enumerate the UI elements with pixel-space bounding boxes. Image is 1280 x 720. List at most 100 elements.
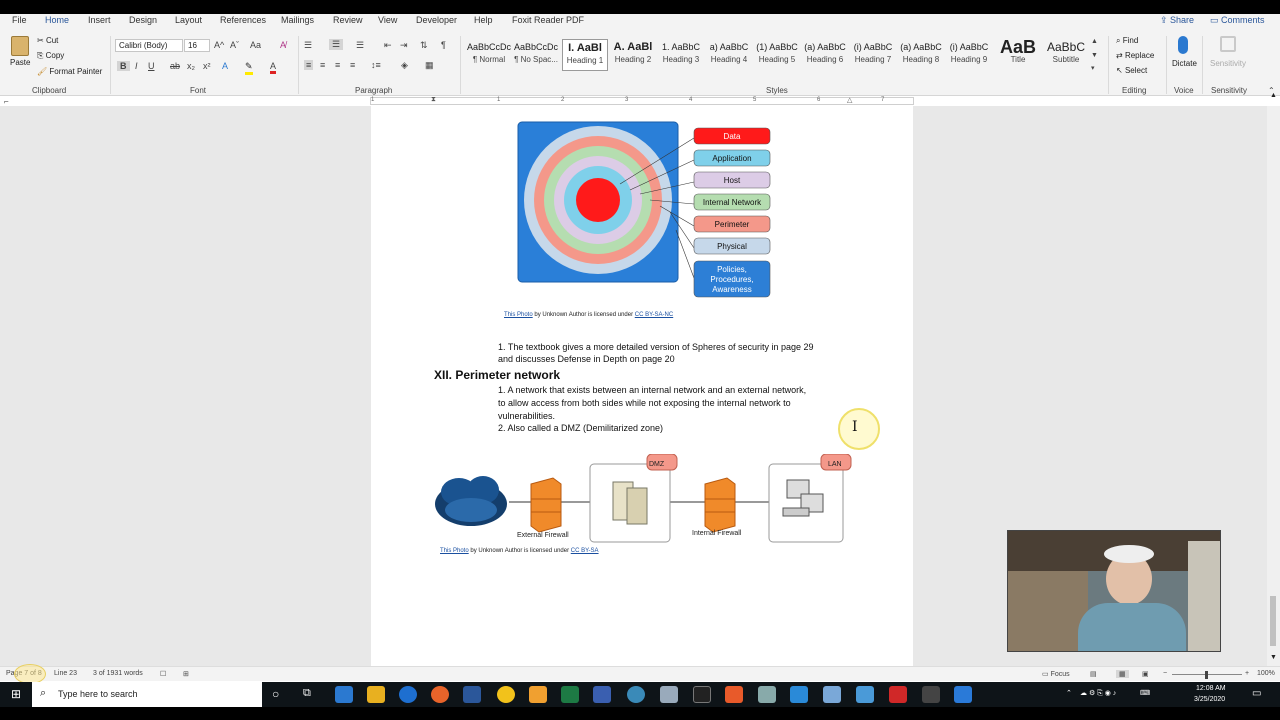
cortana-icon[interactable]: ○ bbox=[272, 687, 279, 701]
line-number[interactable]: Line 23 bbox=[54, 670, 77, 677]
zoom-out-icon[interactable]: − bbox=[1163, 670, 1167, 677]
tab-design[interactable]: Design bbox=[129, 15, 157, 25]
zoom-thumb[interactable] bbox=[1205, 671, 1208, 679]
superscript-icon[interactable]: x² bbox=[203, 61, 211, 71]
show-marks-icon[interactable]: ¶ bbox=[441, 40, 446, 50]
increase-indent-icon[interactable]: ⇥ bbox=[400, 40, 408, 51]
italic-icon[interactable]: I bbox=[135, 61, 138, 71]
scroll-thumb[interactable] bbox=[1270, 596, 1276, 646]
app-icon-20[interactable] bbox=[954, 686, 972, 703]
zoom-level[interactable]: 100% bbox=[1257, 670, 1275, 677]
file-explorer-icon[interactable] bbox=[367, 686, 385, 703]
print-layout-icon[interactable]: ▦ bbox=[1116, 670, 1129, 678]
style-item-7[interactable]: (1) AaBbC Heading 5 bbox=[754, 39, 800, 71]
bullets-icon[interactable]: ☰ bbox=[304, 40, 312, 51]
find-button[interactable]: ⌕ Find bbox=[1116, 36, 1138, 46]
highlight-icon[interactable]: ✎ bbox=[245, 61, 253, 75]
app-icon-13[interactable] bbox=[725, 686, 743, 703]
multilevel-list-icon[interactable]: ☰ bbox=[356, 40, 364, 51]
tray-icons[interactable]: ☁ ⚙ ⎘ ◉ ♪ bbox=[1080, 689, 1116, 698]
font-name-select[interactable]: Calibri (Body) bbox=[115, 39, 183, 52]
style-item-2[interactable]: AaBbCcDc ¶ No Spac... bbox=[513, 39, 559, 71]
photo-link[interactable]: This Photo bbox=[440, 548, 469, 554]
clock-time[interactable]: 12:08 AM bbox=[1196, 685, 1226, 692]
copy-button[interactable]: ⎘ Copy bbox=[37, 51, 64, 61]
shrink-font-icon[interactable]: Aˇ bbox=[230, 40, 239, 50]
excel-icon[interactable] bbox=[561, 686, 579, 703]
tab-references[interactable]: References bbox=[220, 15, 266, 25]
bold-icon[interactable]: B bbox=[117, 61, 130, 71]
style-item-3[interactable]: I. AaBl Heading 1 bbox=[562, 39, 608, 71]
app-icon-10[interactable] bbox=[627, 686, 645, 703]
style-item-1[interactable]: AaBbCcDc ¶ Normal bbox=[466, 39, 512, 71]
app-icon-15[interactable] bbox=[790, 686, 808, 703]
license-link[interactable]: CC BY-SA-NC bbox=[635, 312, 673, 318]
tab-selector-icon[interactable]: ⌐ bbox=[4, 97, 9, 106]
shading-icon[interactable]: ◈ bbox=[401, 60, 408, 71]
style-item-5[interactable]: 1. AaBbC Heading 3 bbox=[658, 39, 704, 71]
paste-button[interactable]: Paste bbox=[10, 58, 30, 67]
tab-file[interactable]: File bbox=[12, 15, 27, 25]
borders-icon[interactable]: ▦ bbox=[425, 60, 434, 71]
dictate-button[interactable]: Dictate bbox=[1172, 59, 1197, 68]
document-page[interactable]: Data Application Host Internal Network Perim… bbox=[371, 106, 913, 666]
read-mode-icon[interactable]: ▤ bbox=[1090, 670, 1097, 678]
chrome-icon[interactable] bbox=[497, 686, 515, 703]
justify-icon[interactable]: ≡ bbox=[350, 60, 355, 70]
clear-formatting-icon[interactable]: A̸ bbox=[280, 40, 286, 50]
web-layout-icon[interactable]: ▣ bbox=[1142, 670, 1149, 678]
style-item-4[interactable]: A. AaBl Heading 2 bbox=[610, 39, 656, 71]
app-icon-19[interactable] bbox=[922, 686, 940, 703]
tab-review[interactable]: Review bbox=[333, 15, 363, 25]
terminal-icon[interactable] bbox=[693, 686, 711, 703]
style-item-10[interactable]: (a) AaBbC Heading 8 bbox=[898, 39, 944, 71]
app-icon-7[interactable] bbox=[529, 686, 547, 703]
style-item-8[interactable]: (a) AaBbC Heading 6 bbox=[802, 39, 848, 71]
gallery-down-icon[interactable]: ▼ bbox=[1091, 52, 1098, 59]
app-icon-11[interactable] bbox=[660, 686, 678, 703]
tab-layout[interactable]: Layout bbox=[175, 15, 202, 25]
style-item-6[interactable]: a) AaBbC Heading 4 bbox=[706, 39, 752, 71]
app-icon-17[interactable] bbox=[856, 686, 874, 703]
gallery-up-icon[interactable]: ▲ bbox=[1091, 38, 1098, 45]
comments-button[interactable]: ▭ Comments bbox=[1210, 15, 1265, 26]
change-case-icon[interactable]: Aa bbox=[250, 40, 261, 50]
powershell-icon[interactable] bbox=[593, 686, 611, 703]
horizontal-ruler[interactable]: 1 1 2 3 4 5 6 7 ⧗ △ bbox=[370, 96, 914, 105]
scroll-up-icon[interactable]: ▲ bbox=[1270, 92, 1277, 99]
proofing-icon[interactable]: ☐ bbox=[160, 670, 166, 678]
subscript-icon[interactable]: x₂ bbox=[187, 61, 195, 71]
align-left-icon[interactable]: ≡ bbox=[304, 60, 314, 70]
acrobat-icon[interactable] bbox=[889, 686, 907, 703]
indent-marker-icon[interactable]: ⧗ bbox=[431, 96, 436, 104]
microphone-icon[interactable] bbox=[1178, 36, 1188, 54]
zoom-in-icon[interactable]: + bbox=[1245, 670, 1249, 677]
format-painter-button[interactable]: 🖌 Format Painter bbox=[37, 67, 102, 76]
tab-view[interactable]: View bbox=[378, 15, 397, 25]
macro-icon[interactable]: ⊞ bbox=[183, 670, 189, 678]
paste-icon[interactable] bbox=[11, 36, 29, 56]
scroll-down-icon[interactable]: ▼ bbox=[1270, 654, 1277, 661]
word-count[interactable]: 3 of 1931 words bbox=[93, 670, 143, 677]
text-effects-icon[interactable]: A bbox=[222, 61, 228, 71]
taskbar-search[interactable]: ⌕ Type here to search bbox=[32, 682, 262, 707]
align-right-icon[interactable]: ≡ bbox=[335, 60, 340, 70]
vertical-scrollbar[interactable]: ▲ ▼ bbox=[1267, 92, 1280, 666]
license-link[interactable]: CC BY-SA bbox=[571, 548, 599, 554]
style-item-12[interactable]: AaB Title bbox=[995, 39, 1041, 71]
tab-insert[interactable]: Insert bbox=[88, 15, 111, 25]
cut-button[interactable]: ✂ Cut bbox=[37, 36, 58, 45]
app-icon-1[interactable] bbox=[335, 686, 353, 703]
align-center-icon[interactable]: ≡ bbox=[320, 60, 325, 70]
tab-home[interactable]: Home bbox=[45, 15, 69, 25]
style-item-13[interactable]: AaBbC Subtitle bbox=[1043, 39, 1089, 71]
zoom-slider[interactable] bbox=[1172, 671, 1242, 679]
tray-chevron-icon[interactable]: ⌃ bbox=[1066, 689, 1072, 697]
style-item-9[interactable]: (i) AaBbC Heading 7 bbox=[850, 39, 896, 71]
line-spacing-icon[interactable]: ↕≡ bbox=[371, 60, 381, 70]
photo-link[interactable]: This Photo bbox=[504, 312, 533, 318]
strikethrough-icon[interactable]: ab bbox=[170, 61, 180, 71]
numbering-icon[interactable]: ☰ bbox=[329, 39, 344, 50]
windows-start-icon[interactable]: ⊞ bbox=[0, 682, 32, 707]
focus-button[interactable]: ▭ Focus bbox=[1042, 670, 1070, 678]
